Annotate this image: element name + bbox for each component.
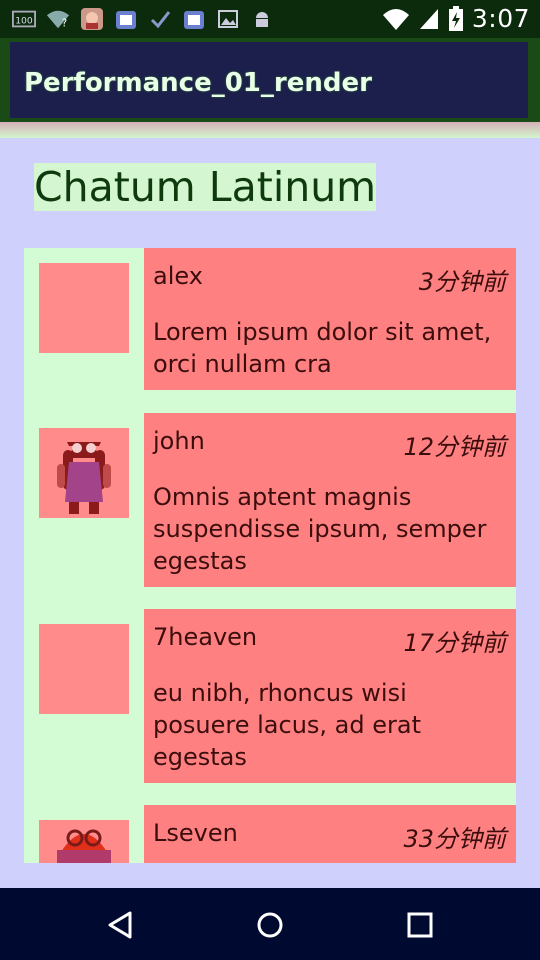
- avatar: [39, 624, 129, 714]
- app-title: Performance_01_render: [24, 68, 372, 98]
- list-item[interactable]: 7heaven 17分钟前 eu nibh, rhoncus wisi posu…: [24, 609, 516, 783]
- avatar: [39, 820, 129, 863]
- list-item[interactable]: john 12分钟前 Omnis aptent magnis suspendis…: [24, 413, 516, 587]
- battery-charging-icon: [448, 5, 463, 31]
- message-card[interactable]: 7heaven 17分钟前 eu nibh, rhoncus wisi posu…: [144, 609, 516, 783]
- message-card[interactable]: john 12分钟前 Omnis aptent magnis suspendis…: [144, 413, 516, 587]
- android-glasses-icon: [39, 820, 129, 863]
- store-icon-2: [182, 7, 206, 31]
- page-title: Chatum Latinum: [34, 163, 377, 211]
- list-item[interactable]: Lseven 33分钟前: [24, 805, 516, 863]
- store-icon: [114, 7, 138, 31]
- signal-icon: [419, 8, 438, 29]
- wifi-icon: [382, 8, 409, 30]
- app-avatar-icon: [80, 7, 104, 31]
- battery-badge-text: 100: [15, 16, 33, 27]
- home-icon[interactable]: [255, 910, 285, 940]
- image-icon: [216, 7, 240, 31]
- page-title-text: Chatum Latinum: [34, 163, 377, 211]
- sender-name: 7heaven: [153, 623, 258, 651]
- message-time: 3分钟前: [418, 268, 506, 296]
- android-icon: [250, 7, 274, 31]
- recents-icon[interactable]: [405, 910, 435, 940]
- notification-icons: 100 ?: [12, 7, 274, 31]
- check-icon: [148, 7, 172, 31]
- sender-name: john: [153, 427, 205, 455]
- wifi-question-icon: ?: [46, 7, 70, 31]
- sender-name: Lseven: [153, 819, 238, 847]
- avatar: [39, 428, 129, 518]
- chat-list[interactable]: alex 3分钟前 Lorem ipsum dolor sit amet, or…: [24, 248, 516, 863]
- action-bar-shadow: [0, 122, 540, 138]
- svg-text:?: ?: [62, 18, 67, 29]
- message-card[interactable]: Lseven 33分钟前: [144, 805, 516, 863]
- android-girl-icon: [39, 428, 129, 518]
- avatar: [39, 263, 129, 353]
- message-text: eu nibh, rhoncus wisi posuere lacus, ad …: [153, 679, 421, 771]
- action-bar: Performance_01_render: [0, 38, 540, 124]
- message-time: 17分钟前: [403, 629, 506, 657]
- system-status: 3:07: [382, 4, 530, 33]
- status-clock: 3:07: [471, 4, 530, 33]
- action-bar-inner: Performance_01_render: [10, 42, 528, 118]
- message-time: 12分钟前: [403, 433, 506, 461]
- battery-100-icon: 100: [12, 7, 36, 31]
- back-icon[interactable]: [105, 910, 135, 940]
- message-text: Lorem ipsum dolor sit amet, orci nullam …: [153, 318, 492, 378]
- navigation-bar: [0, 888, 540, 960]
- message-text: Omnis aptent magnis suspendisse ipsum, s…: [153, 483, 487, 575]
- sender-name: alex: [153, 262, 203, 290]
- status-bar: 100 ? 3:07: [0, 0, 540, 38]
- list-item[interactable]: alex 3分钟前 Lorem ipsum dolor sit amet, or…: [24, 248, 516, 390]
- message-card[interactable]: alex 3分钟前 Lorem ipsum dolor sit amet, or…: [144, 248, 516, 390]
- message-time: 33分钟前: [403, 825, 506, 853]
